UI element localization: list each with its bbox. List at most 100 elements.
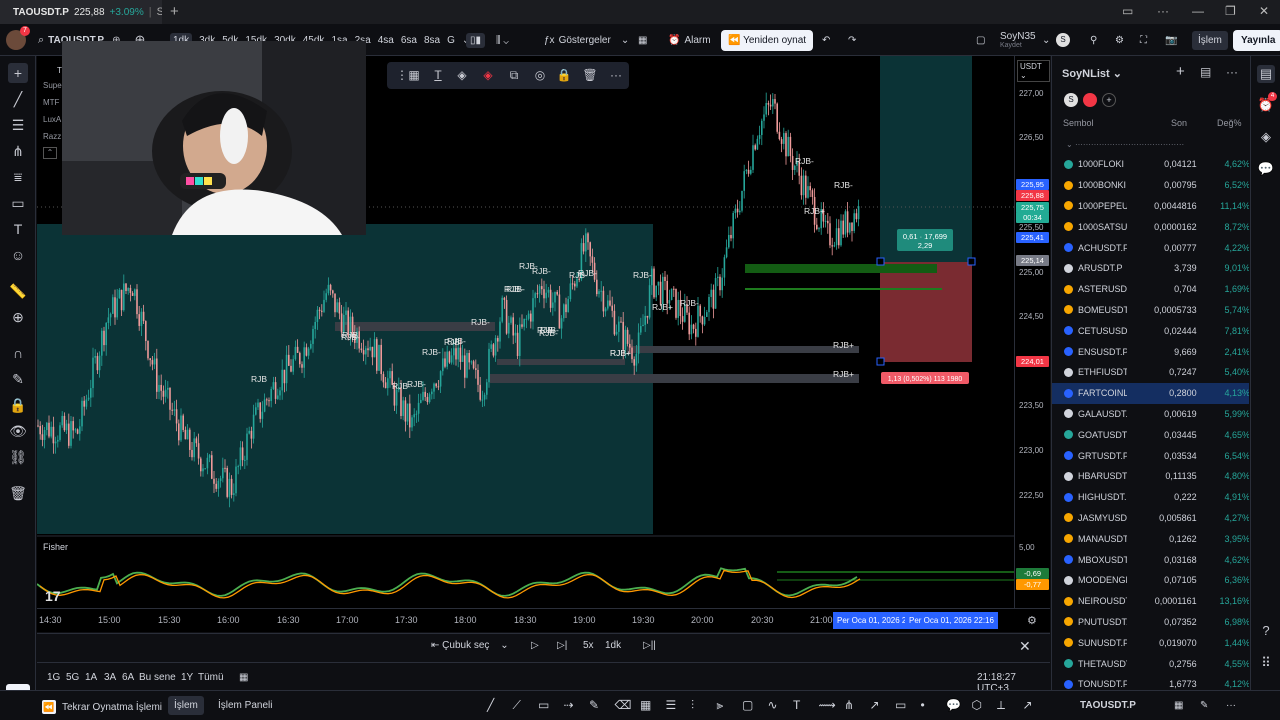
replay-button[interactable]: ⏪ Yeniden oynat — [721, 24, 814, 56]
pitch-tool-icon[interactable]: ⋔ — [844, 698, 854, 712]
watchlist-row[interactable]: PNUTUSDT. 0,07352 6,98% — [1052, 612, 1249, 633]
watchlist-row[interactable]: THETAUSDT 0,2756 4,55% — [1052, 653, 1249, 674]
box-tool-icon[interactable]: ▢ — [742, 698, 753, 712]
legend-indicator[interactable]: LuxA — [43, 111, 62, 128]
play-icon[interactable]: ▷ — [531, 640, 539, 651]
interval-button[interactable]: 1dk — [605, 640, 621, 651]
trade-button[interactable]: İşlem — [1192, 24, 1228, 56]
quick-search-icon[interactable]: ⚲ — [1090, 24, 1097, 56]
dot-tool-icon[interactable]: • — [921, 698, 925, 712]
watchlist-row[interactable]: CETUSUSDT 0,02444 7,81% — [1052, 320, 1249, 341]
timeframe-4sa[interactable]: 4sa — [378, 35, 394, 46]
col-last-header[interactable]: Son — [1171, 118, 1187, 128]
flag-add-icon[interactable]: + — [1102, 93, 1116, 107]
magnet-icon[interactable]: ∩ — [8, 343, 28, 363]
watchlist-row[interactable]: JASMYUSDT 0,005861 4,27% — [1052, 508, 1249, 529]
zoom-icon[interactable]: ⊕ — [8, 307, 28, 327]
trade-tab[interactable]: İşlem — [168, 696, 204, 715]
range-1y[interactable]: 1Y — [181, 672, 193, 683]
watchlist-row[interactable]: BOMEUSDT. 0,0005733 5,74% — [1052, 300, 1249, 321]
timeframe-G[interactable]: G — [447, 35, 455, 46]
text-tool-icon[interactable]: T — [793, 698, 800, 712]
watchlist-row[interactable]: 1000FLOKI 0,04121 4,62% — [1052, 154, 1249, 175]
alerts-icon[interactable]: ⏰ 4 — [1257, 92, 1277, 114]
maximize-button[interactable]: ❐ — [1225, 4, 1236, 18]
gauge-tool-icon[interactable]: ⫸ — [717, 698, 724, 713]
price-axis[interactable]: USDT ⌄ 227,00226,50226,00225,50225,00224… — [1014, 56, 1050, 608]
eye-icon[interactable]: 👁 — [8, 421, 28, 441]
watchlist-row[interactable]: 1000PEPEU 0,0044816 11,14% — [1052, 196, 1249, 217]
range-tümü[interactable]: Tümü — [198, 672, 224, 683]
watchlist-row[interactable]: ARUSDT.P 3,739 9,01% — [1052, 258, 1249, 279]
redo-icon[interactable]: ↷ — [848, 24, 856, 56]
rectangle-icon[interactable]: ▭ — [8, 193, 28, 213]
layout-chevron-icon[interactable]: ⌄ — [1042, 24, 1050, 56]
position-handle-left[interactable] — [876, 257, 885, 266]
range-1a[interactable]: 1A — [85, 672, 97, 683]
more-icon[interactable]: ··· — [1157, 4, 1169, 18]
settings-icon[interactable]: ⚙ — [1115, 24, 1124, 56]
flag-red-icon[interactable] — [1083, 93, 1097, 107]
date-range-icon[interactable]: ▦ — [239, 672, 248, 683]
watchlist-row[interactable]: HBARUSDT. 0,11135 4,80% — [1052, 466, 1249, 487]
callout-tool-icon[interactable]: ▭ — [538, 698, 549, 712]
new-tab-button[interactable]: + — [170, 3, 179, 20]
watchlist-layout-icon[interactable]: ▤ — [1200, 65, 1211, 79]
watchlist-row[interactable]: ASTERUSDT 0,704 1,69% — [1052, 279, 1249, 300]
time-axis[interactable]: 14:30 15:00 15:30 16:00 16:30 17:00 17:30 18:00… — [37, 608, 1050, 632]
col-symbol-header[interactable]: Sembol — [1063, 118, 1094, 128]
col-change-header[interactable]: Değ% — [1217, 118, 1242, 128]
s-badge-icon[interactable]: S — [1056, 24, 1070, 56]
timeframe-8sa[interactable]: 8sa — [424, 35, 440, 46]
note-tool-icon[interactable]: ▭ — [895, 698, 906, 712]
close-window-button[interactable]: ✕ — [1259, 4, 1269, 18]
range-1g[interactable]: 1G — [47, 672, 60, 683]
legend-indicator[interactable]: Supe — [43, 77, 62, 94]
text-icon[interactable]: T — [8, 219, 28, 239]
layout-name-button[interactable]: SoyN35 Kaydet — [1000, 24, 1036, 56]
close-replay-button[interactable]: ✕ — [1019, 638, 1031, 655]
templates-icon[interactable]: ▦ — [405, 66, 423, 84]
fullscreen-icon[interactable]: ⛶ — [1140, 24, 1147, 56]
fill-color-icon[interactable]: ◈ — [453, 66, 471, 84]
legend-indicator[interactable]: Razz — [43, 128, 62, 145]
more-options-icon[interactable]: ··· — [1226, 700, 1236, 711]
trash-icon[interactable]: 🗑 — [8, 483, 28, 503]
emoji-icon[interactable]: ☺ — [8, 245, 28, 265]
watchlist-row[interactable]: FARTCOINL 0,2800 4,13% — [1052, 382, 1249, 404]
text-color-icon[interactable]: T — [429, 66, 447, 84]
layout-grid-icon[interactable]: ▦ — [1174, 700, 1183, 711]
range-bu-sene[interactable]: Bu sene — [139, 672, 176, 683]
layers-icon[interactable]: ◈ — [1257, 128, 1275, 146]
watchlist-row[interactable]: 1000BONKI 0,00795 6,52% — [1052, 175, 1249, 196]
more-drawing-icon[interactable]: ··· — [607, 66, 625, 84]
watchlist-row[interactable]: HIGHUSDT. 0,222 4,91% — [1052, 487, 1249, 508]
path-tool-icon[interactable]: ⟿ — [819, 698, 836, 712]
delete-drawing-icon[interactable]: 🗑 — [581, 66, 599, 84]
watchlist-row[interactable]: GRTUSDT.P 0,03534 6,54% — [1052, 445, 1249, 466]
watchlist-title[interactable]: SoyNList ⌄ — [1062, 67, 1122, 80]
browser-tab[interactable]: TAOUSDT.P 225,88 +3.09% | Sı — [0, 0, 162, 24]
pencil-lock-icon[interactable]: ✎ — [8, 369, 28, 389]
apps-icon[interactable]: ⠿ — [1257, 654, 1275, 672]
layout-icon[interactable]: ▢ — [976, 24, 985, 56]
user-avatar[interactable]: 7 — [6, 24, 30, 56]
horizontal-lines-icon[interactable]: ☰ — [8, 115, 28, 135]
trend-line-icon[interactable]: ╱ — [8, 89, 28, 109]
lock-drawing-icon[interactable]: 🔒 — [555, 66, 573, 84]
edit-icon[interactable]: ✎ — [1200, 700, 1208, 711]
eraser-tool-icon[interactable]: ⌫ — [615, 698, 632, 712]
trade-panel-tab[interactable]: İşlem Paneli — [218, 700, 272, 711]
visibility-icon[interactable]: ◎ — [531, 66, 549, 84]
lock-icon[interactable]: 🔒 — [8, 395, 28, 415]
arrow-tool-icon[interactable]: ⇢ — [564, 698, 574, 712]
chat-icon[interactable]: 💬 — [1257, 160, 1275, 178]
ray-tool-icon[interactable]: ↗ — [870, 698, 880, 712]
lines-tool-icon[interactable]: ☰ — [666, 698, 677, 712]
background-color-icon[interactable]: ◈ — [479, 66, 497, 84]
ruler-icon[interactable]: 📏 — [8, 281, 28, 301]
watchlist-row[interactable]: TONUSDT.F 1,6773 4,12% — [1052, 674, 1249, 690]
minimize-button[interactable]: — — [1192, 4, 1204, 18]
measure2-tool-icon[interactable]: ↗ — [1023, 698, 1033, 712]
range-6a[interactable]: 6A — [122, 672, 134, 683]
